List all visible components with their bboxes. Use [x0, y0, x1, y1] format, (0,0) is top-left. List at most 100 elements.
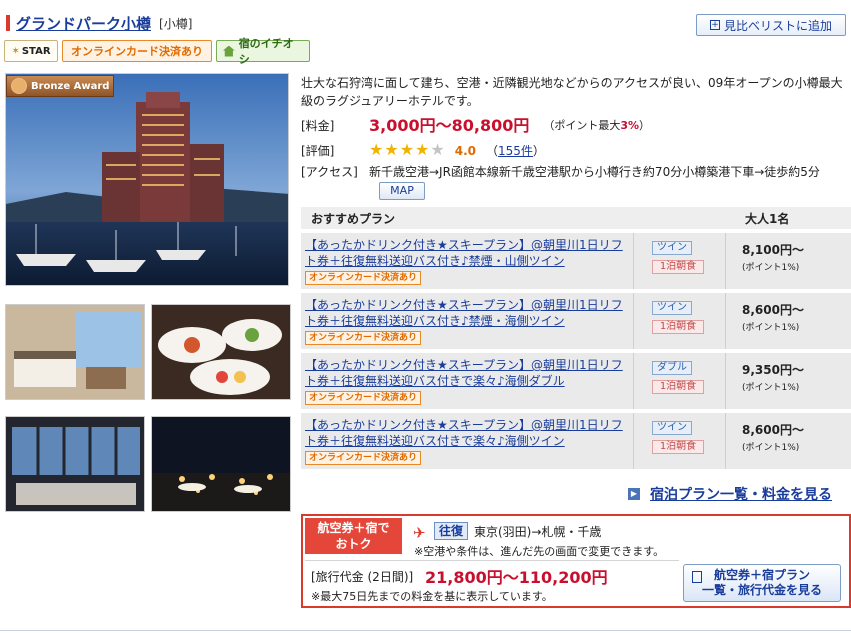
plan-price: 9,350円〜 (ポイント1%) — [726, 353, 804, 409]
access-label: [アクセス] — [301, 165, 358, 179]
arrow-right-icon: ▶ — [628, 488, 640, 500]
meal-type-badge: 1泊朝食 — [652, 380, 704, 394]
terrace-night-photo[interactable] — [151, 416, 291, 512]
recommend-badge-label: 宿のイチオシ — [238, 37, 294, 66]
price-row: [料金] 3,000円〜80,800円 （ポイント最大3%） — [301, 117, 650, 135]
price-range: 3,000円〜80,800円 — [369, 116, 530, 135]
plan-type: ツイン 1泊朝食 — [634, 233, 726, 289]
rating-stars: ★ ★ ★ ★ ★ — [369, 142, 445, 160]
air-hotel-plans-button[interactable]: 航空券＋宿プラン 一覧・旅行代金を見る — [683, 564, 841, 602]
plan-link[interactable]: 【あったかドリンク付き★スキープラン】@朝里川1日リフト券＋往復無料送迎バス付き… — [305, 297, 629, 329]
air-hotel-box: 航空券＋宿で おトク ✈ 往復 東京(羽田)→札幌・千歳 ※空港や条件は、進んだ… — [301, 514, 851, 608]
map-button[interactable]: MAP — [379, 181, 425, 200]
badges: ✶ STAR オンラインカード決済あり 宿のイチオシ — [4, 37, 310, 66]
access-info: 新千歳空港→JR函館本線新千歳空港駅から小樽行き約70分小樽築港下車→徒歩約5分… — [369, 163, 845, 200]
plan-type: ダブル 1泊朝食 — [634, 353, 726, 409]
star-filled-icon: ★ — [399, 140, 415, 159]
plan-main: 【あったかドリンク付き★スキープラン】@朝里川1日リフト券＋往復無料送迎バス付き… — [301, 353, 634, 409]
plan-main: 【あったかドリンク付き★スキープラン】@朝里川1日リフト券＋往復無料送迎バス付き… — [301, 233, 634, 289]
air-button-line1: 航空券＋宿プラン — [713, 568, 810, 582]
room-type-badge: ダブル — [652, 361, 692, 375]
plan-link[interactable]: 【あったかドリンク付き★スキープラン】@朝里川1日リフト券＋往復無料送迎バス付き… — [305, 237, 629, 269]
room-type-badge: ツイン — [652, 421, 692, 435]
points-percent: 3% — [620, 119, 640, 132]
plan-price: 8,600円〜 (ポイント1%) — [726, 413, 804, 469]
hotel-card: グランドパーク小樽 [小樽] + 見比べリストに追加 ✶ STAR オンラインカ… — [0, 0, 851, 633]
main-hotel-photo[interactable] — [5, 73, 289, 286]
compare-button-label: 見比べリストに追加 — [723, 18, 832, 33]
plan-price-value: 8,100円〜 — [742, 243, 804, 257]
plan-price: 8,100円〜 (ポイント1%) — [726, 233, 804, 289]
plan-points: (ポイント1%) — [742, 263, 800, 273]
list-icon — [692, 571, 702, 583]
roundtrip-badge: 往復 — [434, 522, 469, 540]
online-card-tag: オンラインカード決済あり — [305, 331, 422, 345]
plan-price-value: 8,600円〜 — [742, 303, 804, 317]
star-filled-icon: ★ — [415, 140, 430, 159]
tour-price: 21,800円〜110,200円 — [425, 568, 608, 587]
plan-link[interactable]: 【あったかドリンク付き★スキープラン】@朝里川1日リフト券＋往復無料送迎バス付き… — [305, 357, 629, 389]
plan-type: ツイン 1泊朝食 — [634, 413, 726, 469]
bronze-award-badge: Bronze Award — [6, 75, 114, 97]
online-card-tag: オンラインカード決済あり — [305, 391, 422, 405]
plan-price-value: 9,350円〜 — [742, 363, 804, 377]
divider — [305, 560, 679, 561]
airplane-icon: ✈ — [413, 524, 426, 542]
star-icon: ✶ — [11, 45, 20, 57]
recommend-badge: 宿のイチオシ — [216, 37, 310, 66]
plan-link[interactable]: 【あったかドリンク付き★スキープラン】@朝里川1日リフト券＋往復無料送迎バス付き… — [305, 417, 629, 449]
price-basis-note: ※最大75日先までの料金を基に表示しています。 — [311, 590, 553, 603]
tour-price-label: [旅行代金 (2日間)] — [311, 570, 414, 584]
add-to-compare-button[interactable]: + 見比べリストに追加 — [696, 14, 846, 36]
star-empty-icon: ★ — [430, 140, 445, 159]
reviews-open: （ — [485, 144, 498, 158]
meal-type-badge: 1泊朝食 — [652, 440, 704, 454]
air-label-line2: おトク — [335, 537, 372, 551]
star-badge: ✶ STAR — [4, 40, 58, 62]
divider — [0, 630, 851, 631]
flight-route: 東京(羽田)→札幌・千歳 — [474, 525, 602, 539]
star-filled-icon: ★ — [369, 140, 384, 159]
plans-header-adult: 大人1名 — [745, 211, 790, 226]
price-label: [料金] — [301, 119, 335, 133]
star-badge-label: STAR — [21, 45, 51, 57]
plans-header: おすすめプラン 大人1名 — [301, 207, 851, 229]
review-count-link[interactable]: 155件 — [498, 144, 533, 158]
rating-label: [評価] — [301, 144, 335, 158]
title-bar: グランドパーク小樽 [小樽] — [6, 13, 193, 34]
points-suffix: ） — [639, 119, 651, 132]
plan-main: 【あったかドリンク付き★スキープラン】@朝里川1日リフト券＋往復無料送迎バス付き… — [301, 413, 634, 469]
house-icon — [223, 45, 235, 57]
hotel-name-link[interactable]: グランドパーク小樽 — [16, 13, 151, 34]
plus-icon: + — [709, 20, 720, 30]
room-type-badge: ツイン — [652, 241, 692, 255]
air-button-line2: 一覧・旅行代金を見る — [701, 583, 822, 597]
plan-price: 8,600円〜 (ポイント1%) — [726, 293, 804, 349]
restaurant-photo[interactable] — [5, 416, 145, 512]
cuisine-photo[interactable] — [151, 304, 291, 400]
title-marker — [6, 15, 10, 31]
meal-type-badge: 1泊朝食 — [652, 260, 704, 274]
star-filled-icon: ★ — [384, 140, 399, 159]
plans-header-plan: おすすめプラン — [311, 211, 396, 226]
plan-main: 【あったかドリンク付き★スキープラン】@朝里川1日リフト券＋往復無料送迎バス付き… — [301, 293, 634, 349]
online-card-tag: オンラインカード決済あり — [305, 451, 422, 465]
meal-type-badge: 1泊朝食 — [652, 320, 704, 334]
plan-type: ツイン 1泊朝食 — [634, 293, 726, 349]
reviews-close: ） — [532, 144, 545, 158]
room-photo[interactable] — [5, 304, 145, 400]
hotel-description: 壮大な石狩湾に面して建ち、空港・近隣観光地などからのアクセスが良い、09年オープ… — [301, 76, 843, 108]
review-count: （155件） — [486, 142, 545, 160]
plan-points: (ポイント1%) — [742, 323, 800, 333]
all-plans-link[interactable]: 宿泊プラン一覧・料金を見る — [650, 484, 832, 504]
access-text: 新千歳空港→JR函館本線新千歳空港駅から小樽行き約70分小樽築港下車→徒歩約5分 — [369, 165, 820, 179]
air-label-line1: 航空券＋宿で — [317, 521, 390, 535]
online-card-badge: オンラインカード決済あり — [62, 40, 212, 62]
air-hotel-label: 航空券＋宿で おトク — [305, 518, 402, 554]
rating-value: 4.0 — [454, 144, 476, 158]
points-prefix: （ポイント最大 — [543, 119, 621, 132]
hotel-area: [小樽] — [159, 16, 193, 31]
rating-row: [評価] ★ ★ ★ ★ ★ 4.0 （155件） — [301, 142, 545, 160]
medal-icon — [11, 78, 27, 94]
room-type-badge: ツイン — [652, 301, 692, 315]
